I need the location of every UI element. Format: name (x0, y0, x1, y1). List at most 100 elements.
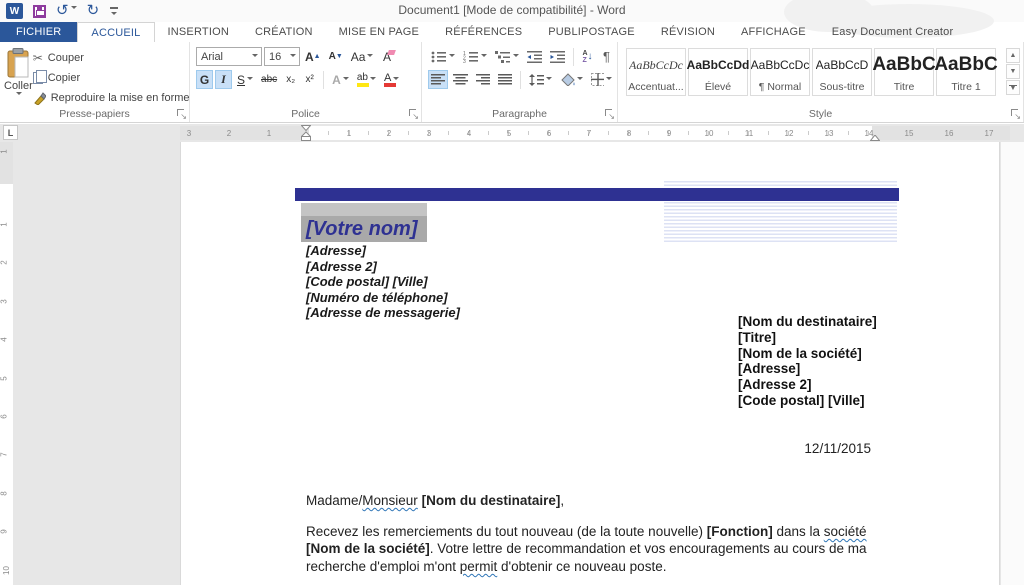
ruler-number: 2 (0, 261, 9, 265)
tab-selector[interactable]: L (3, 125, 18, 140)
subscript-button[interactable]: x₂ (282, 70, 299, 89)
ruler-number: 3 (187, 129, 191, 138)
gallery-more-button[interactable]: ▼ (1006, 80, 1020, 95)
font-color-button[interactable]: A (381, 70, 402, 89)
ruler-number: 4 (467, 129, 471, 138)
borders-button[interactable] (588, 70, 615, 89)
font-size-combo[interactable]: 16 (264, 47, 300, 66)
recipient-line[interactable]: [Adresse] (738, 361, 877, 377)
align-center-button[interactable] (450, 70, 470, 89)
shrink-font-icon: A (329, 51, 336, 62)
italic-button[interactable]: I (215, 70, 232, 89)
shrink-font-button[interactable]: A▼ (326, 47, 346, 66)
style-card-titre-1[interactable]: AaBbCTitre 1 (936, 48, 996, 96)
sender-line[interactable]: [Adresse 2] (306, 259, 460, 275)
ruler-number: 10 (2, 566, 11, 575)
style-card--normal[interactable]: AaBbCcDc¶ Normal (750, 48, 810, 96)
align-right-button[interactable] (473, 70, 493, 89)
style-label: Titre (894, 81, 915, 93)
sort-button[interactable]: AZ↓ (579, 47, 596, 66)
word-window: W ↺ ↻ Document1 [Mode de compatibilité] … (0, 0, 1024, 585)
show-marks-button[interactable]: ¶ (598, 47, 615, 66)
dialog-launcher-icon[interactable] (408, 108, 419, 119)
indent-markers[interactable] (301, 125, 311, 143)
format-painter-button[interactable]: Reproduire la mise en forme (33, 90, 190, 106)
recipient-line[interactable]: [Adresse 2] (738, 377, 877, 393)
sender-line[interactable]: [Numéro de téléphone] (306, 290, 460, 306)
tab-publipostage[interactable]: PUBLIPOSTAGE (535, 22, 648, 42)
justify-button[interactable] (495, 70, 515, 89)
superscript-button[interactable]: x² (301, 70, 318, 89)
text-effects-button[interactable]: A (329, 70, 352, 89)
horizontal-ruler[interactable]: 3211234567891011121314151617 (180, 126, 1010, 140)
gallery-up-button[interactable]: ▲ (1006, 48, 1020, 63)
change-case-button[interactable]: Aa (348, 47, 377, 66)
recipient-line[interactable]: [Nom de la société] (738, 346, 877, 362)
style-card--lev-[interactable]: AaBbCcDdÉlevé (688, 48, 748, 96)
scissors-icon: ✂ (33, 51, 43, 65)
highlight-button[interactable]: ab (354, 70, 379, 89)
shading-button[interactable] (557, 70, 586, 89)
tab-easy-document-creator[interactable]: Easy Document Creator (819, 22, 967, 42)
ruler-number: 11 (745, 129, 753, 138)
bullets-button[interactable] (428, 47, 458, 66)
align-left-button[interactable] (428, 70, 448, 89)
group-paragraph: 123 AZ↓ ¶ Paragraphe (422, 42, 618, 122)
recipient-line[interactable]: [Nom du destinataire] (738, 314, 877, 330)
tab-fichier[interactable]: FICHIER (0, 22, 77, 42)
scrollbar[interactable] (1000, 142, 1024, 585)
tab-r-vision[interactable]: RÉVISION (648, 22, 728, 42)
salutation-line[interactable]: Madame/Monsieur [Nom du destinataire], (306, 493, 564, 508)
align-left-icon (431, 74, 445, 85)
date-line[interactable]: 12/11/2015 (581, 441, 871, 456)
navy-divider-bar[interactable] (295, 188, 899, 201)
recipient-line[interactable]: [Code postal] [Ville] (738, 393, 877, 409)
decrease-indent-button[interactable] (524, 47, 545, 66)
style-card-titre[interactable]: AaBbCTitre (874, 48, 934, 96)
style-card-sous-titre[interactable]: AaBbCcDSous-titre (812, 48, 872, 96)
tab-cr-ation[interactable]: CRÉATION (242, 22, 326, 42)
dialog-launcher-icon[interactable] (604, 108, 615, 119)
format-painter-label: Reproduire la mise en forme (51, 92, 190, 104)
chevron-down-icon (546, 77, 552, 83)
dialog-launcher-icon[interactable] (176, 108, 187, 119)
sender-line[interactable]: [Code postal] [Ville] (306, 274, 460, 290)
paste-button[interactable]: Coller (4, 46, 33, 106)
numbering-button[interactable]: 123 (460, 47, 490, 66)
tab-mise-en-page[interactable]: MISE EN PAGE (326, 22, 432, 42)
increase-indent-button[interactable] (547, 47, 568, 66)
bold-button[interactable]: G (196, 70, 213, 89)
clear-formatting-button[interactable]: A (378, 47, 395, 66)
sender-address-block[interactable]: [Adresse][Adresse 2][Code postal] [Ville… (306, 243, 460, 321)
style-card-accentuat-[interactable]: AaBbCcDcAccentuat... (626, 48, 686, 96)
vertical-ruler[interactable]: 112345678910 (0, 142, 13, 585)
recipient-address-block[interactable]: [Nom du destinataire][Titre][Nom de la s… (738, 314, 877, 409)
body-paragraph[interactable]: Recevez les remerciements du tout nouvea… (306, 523, 878, 575)
document-page[interactable]: [Votre nom] [Adresse][Adresse 2][Code po… (180, 142, 1000, 585)
document-area: 112345678910 [Votre nom] [Adresse][Adres… (0, 142, 1024, 585)
format-painter-icon (33, 91, 46, 105)
tab-r-f-rences[interactable]: RÉFÉRENCES (432, 22, 535, 42)
grow-font-button[interactable]: A▲ (302, 47, 324, 66)
cut-button[interactable]: ✂ Couper (33, 50, 190, 66)
strikethrough-button[interactable]: abc (258, 70, 280, 89)
sender-line[interactable]: [Adresse de messagerie] (306, 305, 460, 321)
gallery-down-button[interactable]: ▼ (1006, 64, 1020, 79)
multilevel-list-button[interactable] (492, 47, 522, 66)
line-spacing-button[interactable] (526, 70, 555, 89)
recipient-line[interactable]: [Titre] (738, 330, 877, 346)
tab-insertion[interactable]: INSERTION (155, 22, 243, 42)
copy-button[interactable]: Copier (33, 70, 190, 86)
your-name-placeholder[interactable]: [Votre nom] (301, 216, 427, 242)
style-gallery: AaBbCcDcAccentuat...AaBbCcDdÉlevéAaBbCcD… (622, 46, 996, 106)
underline-button[interactable]: S (234, 70, 256, 89)
chevron-down-icon (367, 54, 373, 60)
font-family-combo[interactable]: Arial (196, 47, 262, 66)
chevron-down-icon (481, 54, 487, 60)
sender-line[interactable]: [Adresse] (306, 243, 460, 259)
dialog-launcher-icon[interactable] (1010, 108, 1021, 119)
style-preview: AaBbCcDd (687, 49, 750, 81)
tab-affichage[interactable]: AFFICHAGE (728, 22, 819, 42)
chevron-down-icon (247, 77, 253, 83)
tab-accueil[interactable]: ACCUEIL (77, 22, 154, 42)
